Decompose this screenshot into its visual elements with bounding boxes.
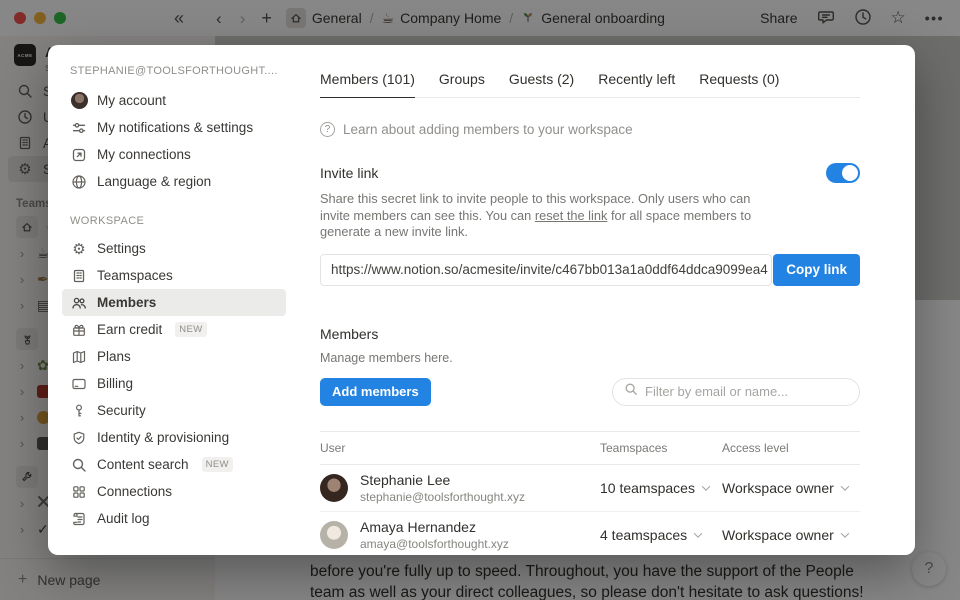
invite-link-toggle[interactable]: [826, 163, 860, 183]
members-section-subtitle: Manage members here.: [320, 351, 860, 365]
add-members-button[interactable]: Add members: [320, 378, 431, 406]
access-level-dropdown[interactable]: Workspace owner: [722, 527, 860, 543]
tab-members[interactable]: Members (101): [320, 71, 415, 98]
arrow-up-right-box-icon: [70, 147, 88, 163]
notion-app-window: « ‹ › + General / ☕ Company Home /: [0, 0, 960, 600]
member-email: stephanie@toolsforthought.xyz: [360, 490, 525, 504]
settings-item-settings[interactable]: ⚙ Settings: [62, 235, 286, 262]
globe-icon: [70, 174, 88, 190]
invite-url-field[interactable]: https://www.notion.so/acmesite/invite/c4…: [320, 254, 772, 286]
member-email: amaya@toolsforthought.xyz: [360, 537, 509, 551]
access-level-dropdown[interactable]: Workspace owner: [722, 480, 860, 496]
gear-icon: ⚙: [70, 240, 88, 258]
members-people-icon: [70, 295, 88, 311]
chevron-down-icon: [841, 482, 849, 490]
settings-item-earn-credit[interactable]: Earn credit NEW: [62, 316, 286, 343]
members-table-header: User Teamspaces Access level: [320, 431, 860, 465]
key-icon: [70, 403, 88, 419]
grid-icon: [70, 484, 88, 500]
member-filter-input[interactable]: [645, 384, 848, 399]
learn-about-members-link[interactable]: ? Learn about adding members to your wor…: [320, 122, 860, 137]
map-icon: [70, 349, 88, 365]
scroll-icon: [70, 511, 88, 527]
tab-guests[interactable]: Guests (2): [509, 71, 574, 97]
settings-item-identity-provisioning[interactable]: Identity & provisioning: [62, 424, 286, 451]
invite-link-description: Share this secret link to invite people …: [320, 191, 772, 241]
chevron-down-icon: [694, 529, 702, 537]
shield-check-icon: [70, 430, 88, 446]
settings-item-plans[interactable]: Plans: [62, 343, 286, 370]
settings-item-billing[interactable]: Billing: [62, 370, 286, 397]
settings-item-content-search[interactable]: Content search NEW: [62, 451, 286, 478]
search-icon: [70, 457, 88, 473]
settings-item-audit-log[interactable]: Audit log: [62, 505, 286, 532]
teamspaces-dropdown[interactable]: 4 teamspaces: [600, 527, 722, 543]
search-icon: [624, 382, 638, 401]
avatar: [70, 92, 88, 109]
table-row: Stephanie Lee stephanie@toolsforthought.…: [320, 465, 860, 512]
question-circle-icon: ?: [320, 122, 335, 137]
settings-item-notifications[interactable]: My notifications & settings: [62, 114, 286, 141]
settings-item-my-account[interactable]: My account: [62, 87, 286, 114]
settings-item-members[interactable]: Members: [62, 289, 286, 316]
building-icon: [70, 268, 88, 284]
settings-item-language-region[interactable]: Language & region: [62, 168, 286, 195]
gift-icon: [70, 322, 88, 338]
invite-link-title: Invite link: [320, 165, 378, 181]
account-email-header: STEPHANIE@TOOLSFORTHOUGHT....: [62, 65, 286, 77]
avatar: [320, 474, 348, 502]
members-section-title: Members: [320, 326, 860, 342]
settings-sidebar: STEPHANIE@TOOLSFORTHOUGHT.... My account…: [48, 45, 298, 555]
members-tabs: Members (101) Groups Guests (2) Recently…: [320, 71, 860, 98]
copy-link-button[interactable]: Copy link: [773, 254, 860, 286]
settings-item-connections[interactable]: Connections: [62, 478, 286, 505]
member-filter[interactable]: [612, 378, 860, 406]
member-name: Stephanie Lee: [360, 472, 525, 488]
member-name: Amaya Hernandez: [360, 519, 509, 535]
chevron-down-icon: [841, 529, 849, 537]
tab-recently-left[interactable]: Recently left: [598, 71, 675, 97]
new-badge: NEW: [175, 322, 206, 337]
members-table: User Teamspaces Access level Stephanie L…: [320, 431, 860, 556]
workspace-section-header: WORKSPACE: [62, 215, 286, 227]
teamspaces-dropdown[interactable]: 10 teamspaces: [600, 480, 722, 496]
settings-modal: STEPHANIE@TOOLSFORTHOUGHT.... My account…: [48, 45, 915, 555]
table-row: Amaya Hernandez amaya@toolsforthought.xy…: [320, 512, 860, 556]
reset-link[interactable]: reset the link: [535, 208, 608, 223]
settings-item-my-connections[interactable]: My connections: [62, 141, 286, 168]
settings-item-teamspaces[interactable]: Teamspaces: [62, 262, 286, 289]
toggle-knob: [842, 165, 858, 181]
settings-item-security[interactable]: Security: [62, 397, 286, 424]
header-teamspaces: Teamspaces: [600, 441, 722, 455]
header-user: User: [320, 441, 600, 455]
header-access-level: Access level: [722, 441, 860, 455]
tab-requests[interactable]: Requests (0): [699, 71, 779, 97]
members-settings-panel: Members (101) Groups Guests (2) Recently…: [298, 45, 915, 555]
sliders-icon: [70, 120, 88, 136]
credit-card-icon: [70, 376, 88, 392]
tab-groups[interactable]: Groups: [439, 71, 485, 97]
new-badge: NEW: [202, 457, 233, 472]
chevron-down-icon: [702, 482, 710, 490]
avatar: [320, 521, 348, 549]
